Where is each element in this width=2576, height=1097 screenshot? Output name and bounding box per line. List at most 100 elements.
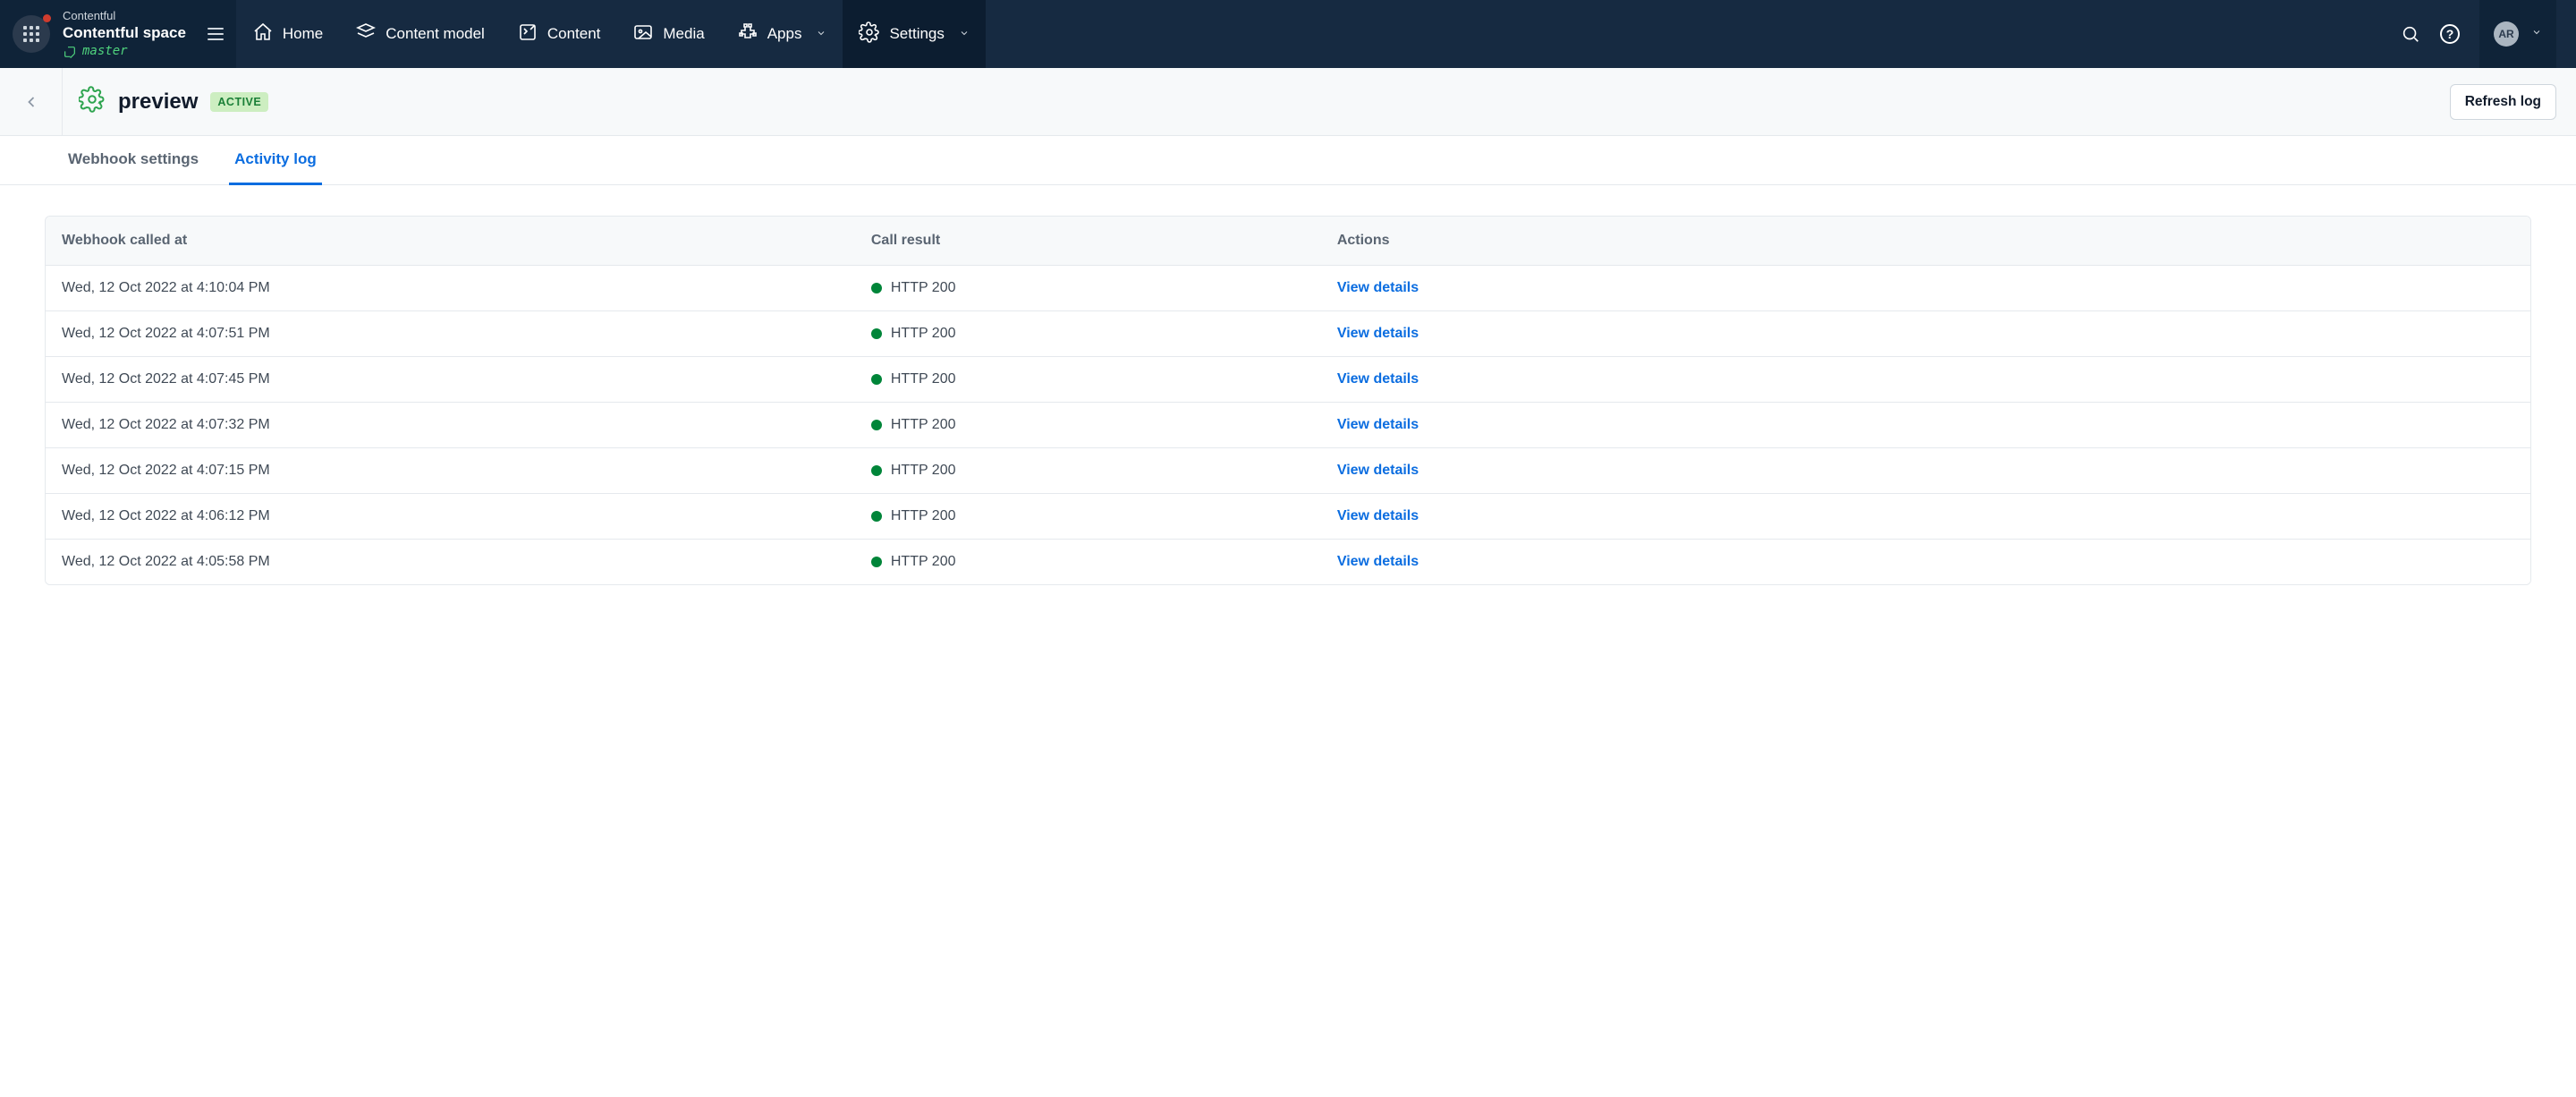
nav-apps[interactable]: Apps bbox=[721, 0, 843, 68]
space-meta: Contentful Contentful space master bbox=[63, 9, 186, 60]
branch-icon bbox=[63, 45, 77, 59]
table-row: Wed, 12 Oct 2022 at 4:07:51 PMHTTP 200Vi… bbox=[46, 310, 2530, 356]
nav-home-label: Home bbox=[283, 25, 323, 43]
col-actions: Actions bbox=[1337, 233, 2514, 249]
webhook-gear-icon bbox=[79, 86, 106, 117]
status-success-icon bbox=[871, 283, 882, 293]
nav-home[interactable]: Home bbox=[236, 0, 339, 68]
nav-content-model-label: Content model bbox=[386, 25, 485, 43]
table-header: Webhook called at Call result Actions bbox=[46, 217, 2530, 265]
home-icon bbox=[252, 21, 274, 47]
tab-activity-log[interactable]: Activity log bbox=[229, 136, 322, 185]
cell-called-at: Wed, 12 Oct 2022 at 4:10:04 PM bbox=[62, 280, 871, 296]
nav-media-label: Media bbox=[663, 25, 704, 43]
space-branch: master bbox=[63, 44, 186, 60]
content-area: Webhook called at Call result Actions We… bbox=[0, 185, 2576, 616]
chevron-down-icon bbox=[2531, 26, 2542, 42]
nav-settings[interactable]: Settings bbox=[843, 0, 985, 68]
table-row: Wed, 12 Oct 2022 at 4:07:32 PM HTTP 200 Vi… bbox=[46, 402, 2530, 447]
branch-label: master bbox=[82, 44, 128, 60]
help-button[interactable]: ? bbox=[2440, 24, 2460, 44]
cell-actions: View details bbox=[1337, 554, 2514, 570]
cell-actions: View details bbox=[1337, 463, 2514, 479]
table-row: Wed, 12 Oct 2022 at 4:07:15 PMHTTP 200Vi… bbox=[46, 447, 2530, 493]
avatar: AR bbox=[2494, 21, 2519, 47]
org-name: Contentful bbox=[63, 9, 186, 23]
status-success-icon bbox=[871, 465, 882, 476]
cell-call-result: HTTP 200 bbox=[871, 508, 1337, 524]
cell-called-at: Wed, 12 Oct 2022 at 4:05:58 PM bbox=[62, 554, 871, 570]
table-row: Wed, 12 Oct 2022 at 4:10:04 PM HTTP 200 Vi… bbox=[46, 265, 2530, 310]
status-success-icon bbox=[871, 328, 882, 339]
col-call-result: Call result bbox=[871, 233, 1337, 249]
chevron-left-icon bbox=[22, 93, 40, 111]
col-called-at: Webhook called at bbox=[62, 233, 871, 249]
tab-webhook-settings[interactable]: Webhook settings bbox=[63, 136, 204, 185]
app-launcher-icon bbox=[23, 26, 39, 42]
back-button[interactable] bbox=[0, 68, 63, 135]
table-row: Wed, 12 Oct 2022 at 4:06:12 PM HTTP 200 Vi… bbox=[46, 493, 2530, 539]
table-row: Wed, 12 Oct 2022 at 4:05:58 PM HTTP 200 Vi… bbox=[46, 539, 2530, 584]
view-details-link[interactable]: View details bbox=[1337, 280, 1419, 295]
cell-call-result: HTTP 200 bbox=[871, 371, 1337, 387]
page-title-group: preview ACTIVE bbox=[63, 86, 268, 117]
chevron-down-icon bbox=[816, 25, 826, 43]
settings-icon bbox=[859, 21, 880, 47]
status-success-icon bbox=[871, 420, 882, 430]
content-icon bbox=[517, 21, 538, 47]
view-details-link[interactable]: View details bbox=[1337, 554, 1419, 569]
chevron-down-icon bbox=[959, 25, 970, 43]
nav-apps-label: Apps bbox=[767, 25, 802, 43]
page-title: preview bbox=[118, 89, 198, 115]
result-text: HTTP 200 bbox=[891, 371, 956, 387]
nav-content-label: Content bbox=[547, 25, 601, 43]
cell-called-at: Wed, 12 Oct 2022 at 4:07:45 PM bbox=[62, 371, 871, 387]
cell-actions: View details bbox=[1337, 326, 2514, 342]
apps-icon bbox=[737, 21, 758, 47]
cell-actions: View details bbox=[1337, 371, 2514, 387]
drawer-toggle[interactable] bbox=[208, 28, 224, 40]
view-details-link[interactable]: View details bbox=[1337, 326, 1419, 341]
space-name: Contentful space bbox=[63, 23, 186, 42]
content-model-icon bbox=[355, 21, 377, 47]
result-text: HTTP 200 bbox=[891, 326, 956, 342]
help-icon: ? bbox=[2440, 24, 2460, 44]
view-details-link[interactable]: View details bbox=[1337, 371, 1419, 387]
cell-call-result: HTTP 200 bbox=[871, 417, 1337, 433]
search-icon bbox=[2401, 24, 2420, 44]
topnav: Contentful Contentful space master Home … bbox=[0, 0, 2576, 68]
view-details-link[interactable]: View details bbox=[1337, 463, 1419, 478]
cell-called-at: Wed, 12 Oct 2022 at 4:07:15 PM bbox=[62, 463, 871, 479]
cell-called-at: Wed, 12 Oct 2022 at 4:07:32 PM bbox=[62, 417, 871, 433]
nav-content[interactable]: Content bbox=[501, 0, 617, 68]
cell-call-result: HTTP 200 bbox=[871, 463, 1337, 479]
nav-content-model[interactable]: Content model bbox=[339, 0, 501, 68]
cell-call-result: HTTP 200 bbox=[871, 554, 1337, 570]
space-switcher: Contentful Contentful space master bbox=[0, 0, 236, 68]
primary-nav: Home Content model Content Media Apps bbox=[236, 0, 986, 68]
status-success-icon bbox=[871, 557, 882, 567]
view-details-link[interactable]: View details bbox=[1337, 508, 1419, 523]
result-text: HTTP 200 bbox=[891, 554, 956, 570]
cell-call-result: HTTP 200 bbox=[871, 326, 1337, 342]
result-text: HTTP 200 bbox=[891, 417, 956, 433]
cell-actions: View details bbox=[1337, 417, 2514, 433]
status-success-icon bbox=[871, 374, 882, 385]
cell-called-at: Wed, 12 Oct 2022 at 4:06:12 PM bbox=[62, 508, 871, 524]
tabs: Webhook settings Activity log bbox=[0, 136, 2576, 185]
activity-log-table: Webhook called at Call result Actions We… bbox=[45, 216, 2531, 585]
result-text: HTTP 200 bbox=[891, 508, 956, 524]
topnav-right: ? AR bbox=[2381, 0, 2576, 68]
user-menu[interactable]: AR bbox=[2479, 0, 2556, 68]
status-badge: ACTIVE bbox=[210, 92, 268, 112]
media-icon bbox=[632, 21, 654, 47]
search-button[interactable] bbox=[2401, 24, 2420, 44]
cell-call-result: HTTP 200 bbox=[871, 280, 1337, 296]
view-details-link[interactable]: View details bbox=[1337, 417, 1419, 432]
nav-media[interactable]: Media bbox=[616, 0, 720, 68]
refresh-log-button[interactable]: Refresh log bbox=[2450, 84, 2556, 120]
cell-actions: View details bbox=[1337, 508, 2514, 524]
result-text: HTTP 200 bbox=[891, 280, 956, 296]
status-success-icon bbox=[871, 511, 882, 522]
app-launcher-button[interactable] bbox=[13, 15, 50, 53]
